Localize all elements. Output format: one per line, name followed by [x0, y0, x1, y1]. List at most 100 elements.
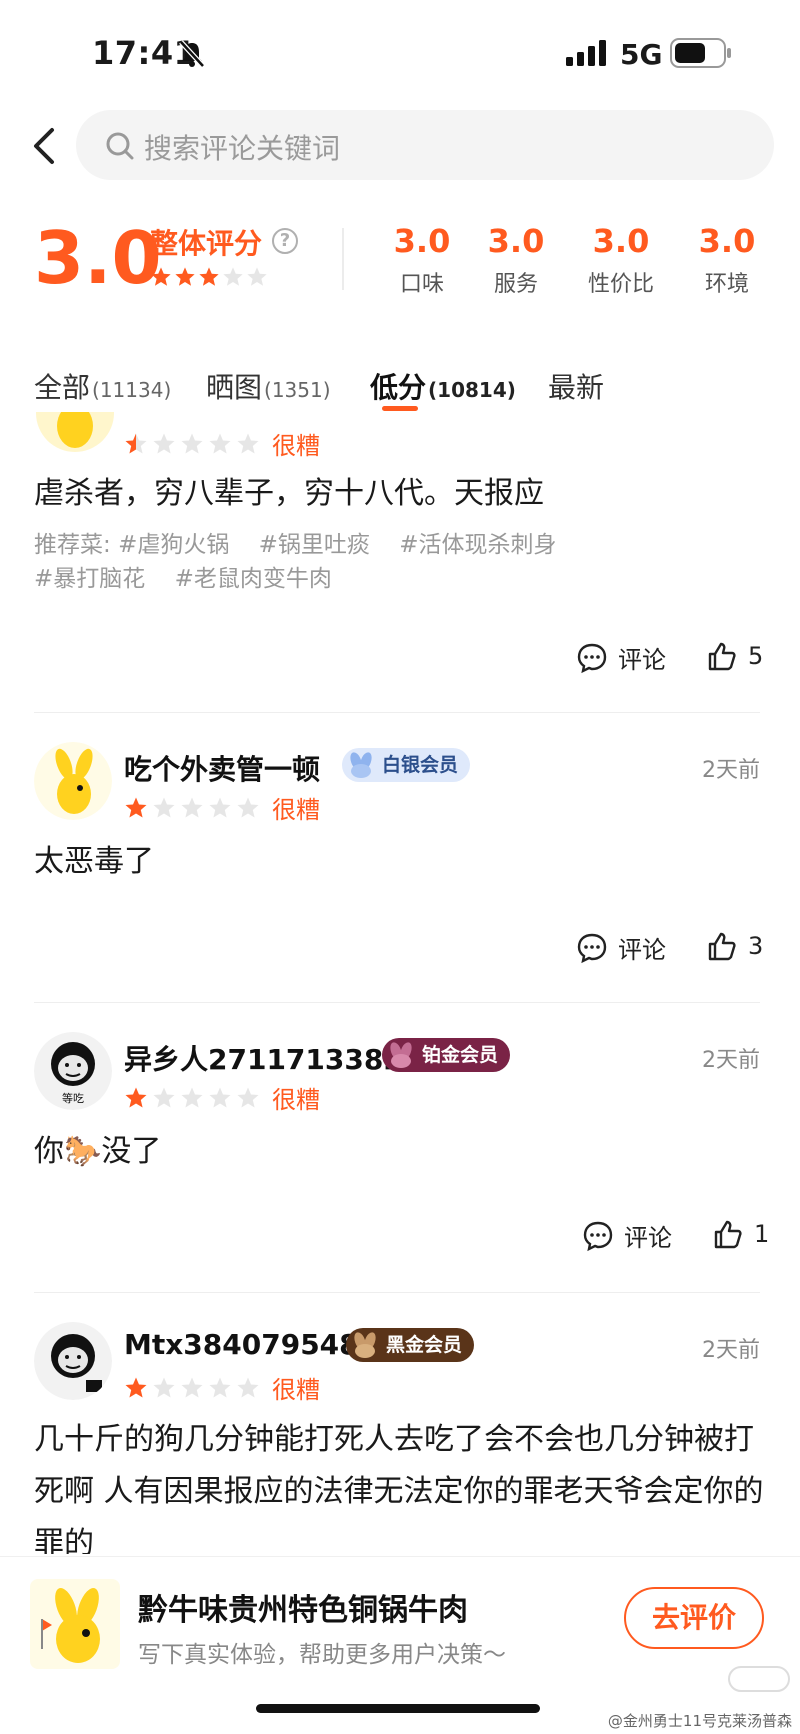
dish-tag[interactable]: #锅里吐痰: [259, 532, 370, 558]
back-button[interactable]: [22, 118, 66, 174]
comment-label: 评论: [624, 1224, 672, 1252]
review-text: 虐杀者，穷八辈子，穷十八代。天报应: [34, 476, 544, 511]
sub-score-label: 环境: [704, 272, 749, 297]
write-review-button[interactable]: 去评价: [624, 1587, 764, 1649]
dish-tag[interactable]: #虐狗火锅: [118, 532, 229, 558]
sub-score-label: 服务: [493, 272, 538, 297]
member-badge-icon: [390, 1042, 412, 1068]
star-icon: [209, 1377, 231, 1397]
star-icon: [125, 797, 147, 817]
bell-muted-icon: [179, 40, 205, 68]
dish-tag[interactable]: #活体现杀刺身: [399, 532, 556, 558]
tab-low-score[interactable]: 低分 (10814): [370, 366, 516, 406]
star-icon: [209, 1087, 231, 1107]
comment-button[interactable]: 评论: [576, 930, 666, 965]
sub-score-value: 3.0: [487, 222, 545, 260]
member-badge-platinum: 铂金会员: [382, 1038, 511, 1072]
thumbs-up-icon: [708, 932, 736, 961]
avatar[interactable]: [36, 412, 114, 452]
like-button[interactable]: 1: [712, 1218, 769, 1250]
member-badge-icon: [354, 1332, 376, 1358]
star-icon: [199, 267, 219, 286]
network-label: 5G: [620, 38, 663, 71]
star-icon: [125, 1377, 147, 1397]
star-icon: [125, 433, 147, 453]
star-icon: [237, 797, 259, 817]
rating-label: 很糟: [272, 1086, 320, 1114]
overall-stars: [150, 266, 268, 288]
comment-button[interactable]: 评论: [576, 640, 666, 675]
star-icon: [209, 433, 231, 453]
member-badge-icon: [350, 752, 372, 778]
star-icon: [153, 1377, 175, 1397]
avatar[interactable]: [34, 1322, 112, 1400]
review-time: 2天前: [702, 1338, 760, 1363]
battery-icon: [670, 38, 731, 68]
shop-name: 黔牛味贵州特色铜锅牛肉: [138, 1593, 468, 1628]
avatar[interactable]: [34, 742, 112, 820]
review-divider: [34, 712, 760, 713]
tab-count: (10814): [428, 378, 516, 402]
sub-score-environment: 3.0 环境: [672, 222, 782, 298]
like-count: 3: [748, 932, 764, 960]
thumbs-up-icon: [714, 1220, 742, 1249]
like-button[interactable]: 5: [706, 640, 763, 672]
dish-tag[interactable]: #暴打脑花: [34, 566, 145, 592]
rating-label: 很糟: [272, 796, 320, 824]
search-input[interactable]: 搜索评论关键词: [76, 110, 774, 180]
sub-score-value: 3.0: [698, 222, 756, 260]
member-badge-black-gold: 黑金会员: [346, 1328, 475, 1362]
comment-label: 评论: [618, 936, 666, 964]
sub-score-service: 3.0 服务: [461, 222, 571, 298]
tab-all[interactable]: 全部 (11134): [34, 366, 171, 406]
rating-stars: [124, 796, 260, 820]
star-icon: [153, 433, 175, 453]
review-rating: 很糟: [124, 1080, 320, 1115]
username[interactable]: 吃个外卖管一顿: [124, 748, 320, 788]
status-bar: 17:41 5G: [0, 0, 800, 100]
badge-label: 白银会员: [382, 754, 459, 776]
review-text: 你🐎没了: [34, 1134, 162, 1169]
tab-photos[interactable]: 晒图 (1351): [206, 366, 331, 406]
sub-score-value-for-money: 3.0 性价比: [566, 222, 676, 298]
avatar[interactable]: 等吃: [34, 1032, 112, 1110]
review-time: 2天前: [702, 1048, 760, 1073]
username[interactable]: Mtx384079548: [124, 1328, 359, 1361]
search-icon: [106, 132, 134, 160]
review-divider: [34, 1002, 760, 1003]
sub-score-value: 3.0: [592, 222, 650, 260]
star-icon: [237, 1377, 259, 1397]
sub-score-label: 性价比: [587, 272, 654, 297]
like-count: 1: [754, 1220, 770, 1248]
watermark: @金州勇士11号克莱汤普森: [607, 1712, 792, 1730]
username[interactable]: 异乡人2711713382: [124, 1038, 403, 1078]
review-rating: 很糟: [124, 1370, 320, 1405]
star-icon: [175, 267, 195, 286]
home-indicator[interactable]: [256, 1704, 540, 1713]
star-icon: [153, 797, 175, 817]
comment-icon: [577, 643, 607, 673]
rating-stars: [124, 432, 260, 456]
like-button[interactable]: 3: [706, 930, 763, 962]
dish-tag[interactable]: #老鼠肉变牛肉: [175, 566, 332, 592]
tags-prefix: 推荐菜:: [34, 532, 111, 558]
tab-label: 全部: [34, 371, 91, 404]
rating-stars: [124, 1376, 260, 1400]
rating-label: 很糟: [272, 432, 320, 460]
avatar-caption: 等吃: [62, 1091, 84, 1105]
star-icon: [181, 797, 203, 817]
star-icon: [223, 267, 243, 286]
star-icon: [237, 1087, 259, 1107]
review-divider: [34, 1292, 760, 1293]
comment-button[interactable]: 评论: [582, 1218, 672, 1253]
help-icon[interactable]: ?: [272, 228, 298, 254]
comment-icon: [577, 933, 607, 963]
star-icon: [247, 267, 267, 286]
badge-label: 黑金会员: [386, 1334, 463, 1356]
member-badge-silver: 白银会员: [342, 748, 471, 782]
review-rating: 很糟: [124, 426, 320, 461]
tab-latest[interactable]: 最新: [548, 366, 604, 406]
star-icon: [237, 433, 259, 453]
like-count: 5: [748, 642, 764, 670]
overall-label: 整体评分: [150, 227, 263, 260]
